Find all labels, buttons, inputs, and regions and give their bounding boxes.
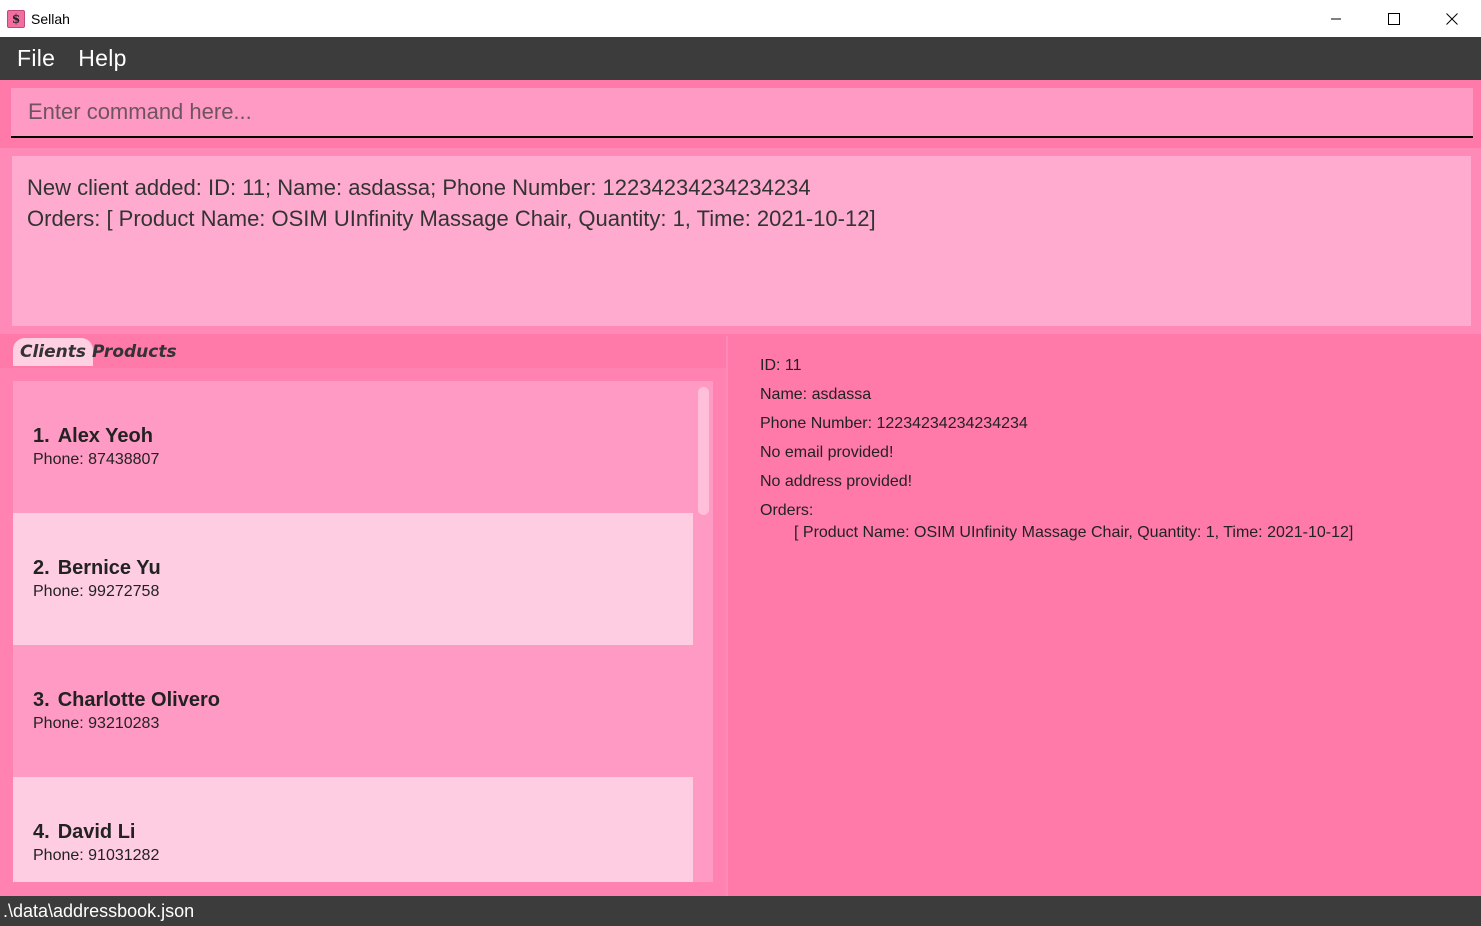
client-index: 4.	[33, 821, 50, 843]
client-list[interactable]: 1. Alex Yeoh Phone: 87438807 2. Bernice Yu…	[13, 381, 713, 882]
status-file-path: .\data\addressbook.json	[3, 900, 195, 921]
client-phone: Phone: 87438807	[33, 451, 160, 468]
command-input[interactable]	[11, 88, 1473, 138]
client-phone: Phone: 91031282	[33, 847, 160, 864]
detail-orders-label: Orders:	[760, 502, 814, 519]
client-card[interactable]: 1. Alex Yeoh Phone: 87438807	[13, 381, 693, 513]
result-line-2: Orders: [ Product Name: OSIM UInfinity M…	[27, 206, 876, 231]
client-card[interactable]: 3. Charlotte Olivero Phone: 93210283	[13, 645, 693, 777]
client-name-row: 3. Charlotte Olivero	[33, 689, 220, 712]
client-name-row: 4. David Li	[33, 821, 135, 844]
status-bar: .\data\addressbook.json	[0, 896, 1481, 926]
detail-name: Name: asdassa	[760, 386, 872, 403]
client-phone: Phone: 99272758	[33, 583, 160, 600]
tab-clients[interactable]: Clients	[13, 338, 94, 366]
close-button[interactable]	[1423, 0, 1481, 37]
menu-help[interactable]: Help	[78, 45, 127, 72]
title-bar: $ Sellah	[0, 0, 1481, 37]
window-title: Sellah	[31, 10, 70, 27]
list-panel: Clients Products 1. Alex Yeoh Phone: 8743…	[0, 336, 726, 896]
client-name-row: 1. Alex Yeoh	[33, 425, 153, 448]
detail-phone: Phone Number: 12234234234234234	[760, 415, 1028, 432]
result-display[interactable]: New client added: ID: 11; Name: asdassa;…	[12, 156, 1471, 326]
client-name: Charlotte Olivero	[57, 689, 220, 711]
client-detail-panel: ID: 11 Name: asdassa Phone Number: 12234…	[728, 336, 1481, 896]
client-card[interactable]: 2. Bernice Yu Phone: 99272758	[13, 513, 693, 645]
command-box-container	[0, 80, 1481, 146]
maximize-icon	[1388, 12, 1400, 25]
window-controls	[1307, 0, 1481, 37]
client-name-row: 2. Bernice Yu	[33, 557, 161, 580]
tab-bar: Clients Products	[0, 336, 726, 368]
result-line-1: New client added: ID: 11; Name: asdassa;…	[27, 175, 811, 200]
detail-order-item: [ Product Name: OSIM UInfinity Massage C…	[794, 524, 1354, 541]
maximize-button[interactable]	[1365, 0, 1423, 37]
minimize-button[interactable]	[1307, 0, 1365, 37]
client-name: Alex Yeoh	[57, 425, 153, 447]
detail-id: ID: 11	[760, 357, 802, 374]
client-index: 1.	[33, 425, 50, 447]
detail-address: No address provided!	[760, 473, 913, 490]
client-name: Bernice Yu	[57, 557, 161, 579]
close-icon	[1446, 12, 1458, 25]
app-window: $ Sellah File Help New client added: ID:…	[0, 0, 1481, 926]
menu-file[interactable]: File	[17, 45, 55, 72]
detail-email: No email provided!	[760, 444, 894, 461]
app-logo-icon: $	[7, 9, 25, 28]
client-name: David Li	[57, 821, 136, 843]
list-scrollbar-thumb[interactable]	[698, 387, 709, 515]
menu-bar: File Help	[0, 37, 1481, 80]
result-display-container: New client added: ID: 11; Name: asdassa;…	[0, 148, 1481, 334]
tab-products[interactable]: Products	[85, 338, 184, 366]
minimize-icon	[1331, 18, 1341, 19]
client-card[interactable]: 4. David Li Phone: 91031282	[13, 777, 693, 882]
client-index: 3.	[33, 689, 50, 711]
list-scrollbar[interactable]	[693, 381, 713, 882]
client-phone: Phone: 93210283	[33, 715, 160, 732]
client-index: 2.	[33, 557, 50, 579]
